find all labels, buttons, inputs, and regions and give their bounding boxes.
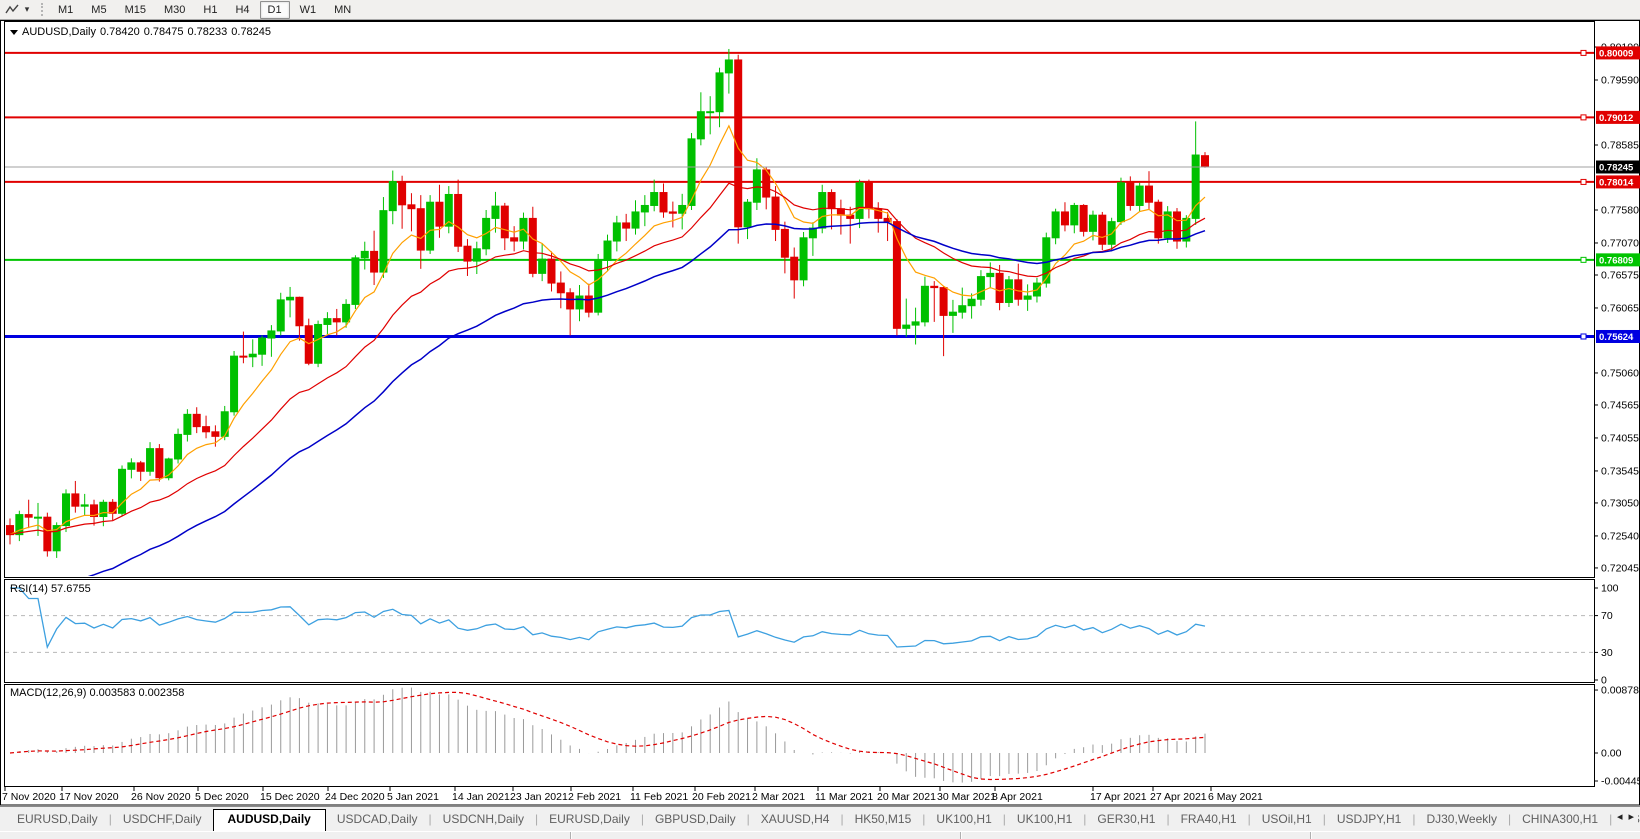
timeframe-button-d1[interactable]: D1 xyxy=(259,0,290,19)
timeframe-button-mn[interactable]: MN xyxy=(326,1,359,19)
date-scale-area[interactable] xyxy=(5,787,1594,805)
timeframe-button-h4[interactable]: H4 xyxy=(227,1,257,19)
tab-gbpusd-daily[interactable]: GBPUSD,Daily xyxy=(644,812,747,826)
tab-usoil-h1[interactable]: USOil,H1 xyxy=(1251,812,1323,826)
chart-tools-dropdown-caret-icon[interactable]: ▾ xyxy=(21,4,33,15)
macd-signal-value: 0.002358 xyxy=(138,687,185,699)
rsi-label: RSI(14) 57.6755 xyxy=(10,583,91,595)
rsi-area[interactable] xyxy=(5,580,1594,682)
top-toolbar: ▾ M1 M5 M15 M30 H1 H4 D1 W1 MN xyxy=(0,0,1640,20)
chart-title: AUDUSD,Daily 0.78420 0.78475 0.78233 0.7… xyxy=(10,26,271,38)
tab-scroll-left-icon[interactable]: ◂ xyxy=(1617,810,1623,823)
timeframe-button-w1[interactable]: W1 xyxy=(292,1,325,19)
price-scale-area[interactable] xyxy=(1596,22,1640,786)
macd-area[interactable] xyxy=(5,685,1594,786)
timeframe-button-m15[interactable]: M15 xyxy=(117,1,154,19)
tab-dj30-weekly[interactable]: DJ30,Weekly xyxy=(1415,812,1507,826)
tab-ger30-h1[interactable]: GER30,H1 xyxy=(1086,812,1166,826)
rsi-value: 57.6755 xyxy=(50,583,91,595)
tab-fra40-h1[interactable]: FRA40,H1 xyxy=(1170,812,1248,826)
tab-china300-h1[interactable]: CHINA300,H1 xyxy=(1511,812,1609,826)
timeframe-button-m30[interactable]: M30 xyxy=(156,1,193,19)
ohlc-close: 0.78245 xyxy=(231,26,272,38)
macd-label: MACD(12,26,9) 0.003583 0.002358 xyxy=(10,687,185,699)
tab-uk100-h1[interactable]: UK100,H1 xyxy=(925,812,1002,826)
macd-main-value: 0.003583 xyxy=(89,687,136,699)
tab-uk100-h1[interactable]: UK100,H1 xyxy=(1006,812,1083,826)
timeframe-button-m5[interactable]: M5 xyxy=(83,1,114,19)
tab-hk50-m15[interactable]: HK50,M15 xyxy=(844,812,923,826)
tab-usdjpy-h1[interactable]: USDJPY,H1 xyxy=(1326,812,1412,826)
main-chart-area[interactable] xyxy=(5,22,1594,576)
tab-eurusd-daily[interactable]: EURUSD,Daily xyxy=(538,812,641,826)
ohlc-low: 0.78233 xyxy=(187,26,228,38)
tab-xauusd-h4[interactable]: XAUUSD,H4 xyxy=(750,812,841,826)
timeframe-button-m1[interactable]: M1 xyxy=(50,1,81,19)
tab-scroll-right-icon[interactable]: ▸ xyxy=(1628,810,1634,823)
timeframe-button-group: M1 M5 M15 M30 H1 H4 D1 W1 MN xyxy=(49,0,360,19)
chart-window: 0.801000.795900.785850.775800.770700.765… xyxy=(0,20,1640,806)
timeframe-button-h1[interactable]: H1 xyxy=(195,1,225,19)
tab-usdcad-daily[interactable]: USDCAD,Daily xyxy=(326,812,429,826)
symbol-label: AUDUSD,Daily xyxy=(22,26,96,38)
ohlc-open: 0.78420 xyxy=(99,26,140,38)
tab-usdcnh-daily[interactable]: USDCNH,Daily xyxy=(432,812,535,826)
tab-audusd-daily[interactable]: AUDUSD,Daily xyxy=(212,809,326,831)
tab-usdchf-daily[interactable]: USDCHF,Daily xyxy=(112,812,213,826)
chart-canvas[interactable]: 0.801000.795900.785850.775800.770700.765… xyxy=(0,20,1640,806)
tab-eurusd-daily[interactable]: EURUSD,Daily xyxy=(6,812,109,826)
symbol-tab-bar: EURUSD,Daily | USDCHF,Daily AUDUSD,Daily USD… xyxy=(0,806,1640,831)
tab-scroll-controls: ◂ ▸ xyxy=(1612,808,1638,825)
ohlc-high: 0.78475 xyxy=(143,26,184,38)
symbol-dropdown-caret-icon[interactable] xyxy=(10,29,18,35)
chart-tools-icon[interactable] xyxy=(3,2,21,17)
toolbar-grip-handle[interactable] xyxy=(41,3,43,16)
